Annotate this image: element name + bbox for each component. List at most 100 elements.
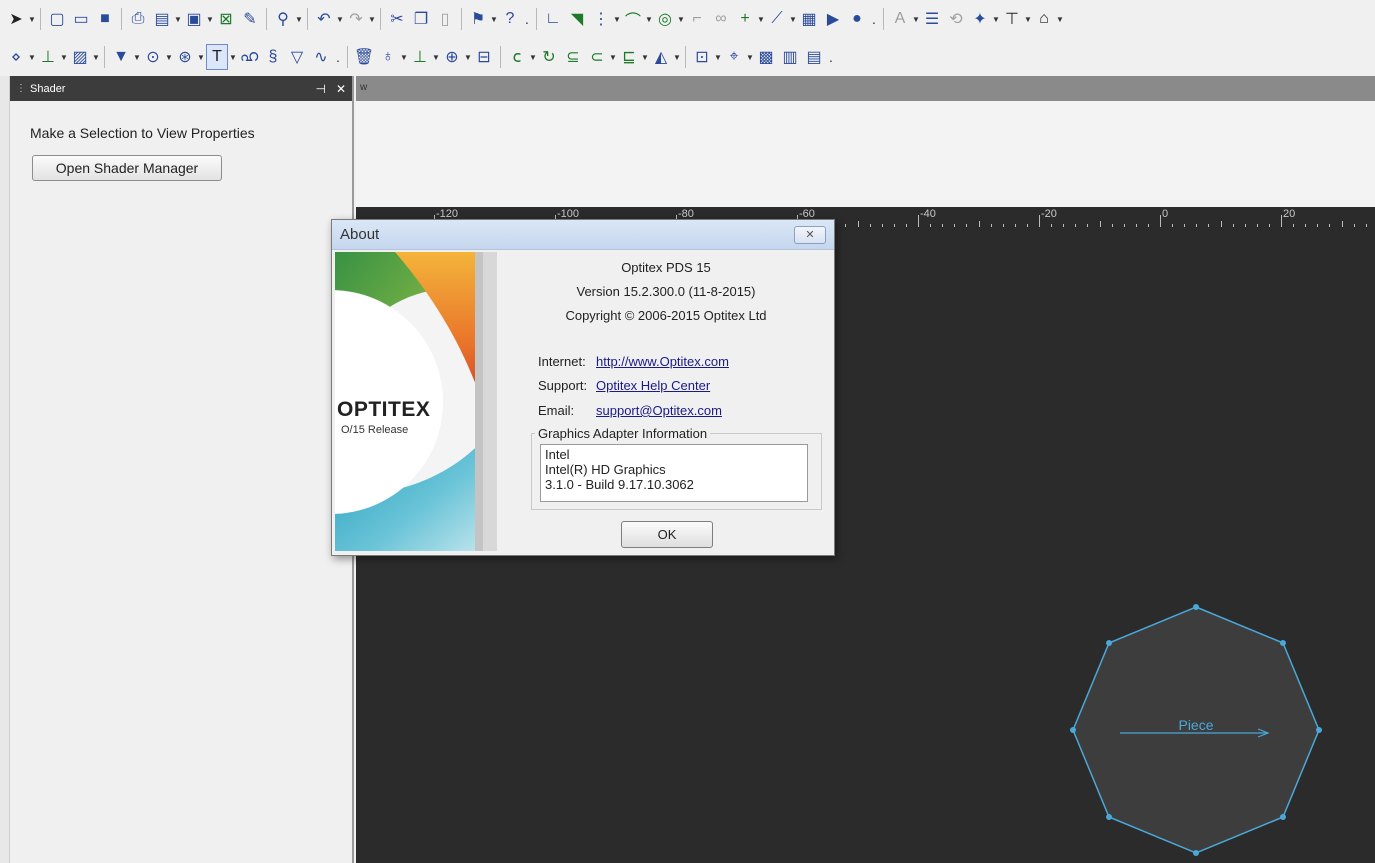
link-icon[interactable]: ∞ xyxy=(710,6,732,32)
mirror-icon[interactable]: ◭ xyxy=(650,44,672,70)
corner-seam-icon[interactable]: ⊑ xyxy=(618,44,640,70)
drill-icon[interactable]: ⊛ xyxy=(174,44,196,70)
dropdown-arrow-icon[interactable]: ▼ xyxy=(28,44,36,70)
layout-icon[interactable]: ▦ xyxy=(798,6,820,32)
dropdown-arrow-icon[interactable]: ▼ xyxy=(464,44,472,70)
dropdown-arrow-icon[interactable]: ▼ xyxy=(92,44,100,70)
split-icon[interactable]: ⊥ xyxy=(409,44,431,70)
piece-vertex[interactable] xyxy=(1193,604,1199,610)
dropdown-arrow-icon[interactable]: ▼ xyxy=(757,6,765,32)
text-tool-icon[interactable]: A xyxy=(889,6,911,32)
bundle-icon[interactable]: ⊟ xyxy=(473,44,495,70)
paste-icon[interactable]: ▯ xyxy=(434,6,456,32)
select-arrow-icon[interactable]: ➤ xyxy=(5,6,27,32)
dropdown-arrow-icon[interactable]: ▼ xyxy=(746,44,754,70)
seam-line-icon[interactable]: ⊂ xyxy=(586,44,608,70)
document-tab-mark[interactable]: w xyxy=(360,82,367,93)
copy-icon[interactable]: ❐ xyxy=(410,6,432,32)
node-tool-icon[interactable]: ⋄ xyxy=(5,44,27,70)
align-icon[interactable]: ☰ xyxy=(921,6,943,32)
marker-tool-icon[interactable]: ⌖ xyxy=(723,44,745,70)
curve-tool-icon[interactable]: ⌒ xyxy=(622,6,644,32)
dropdown-arrow-icon[interactable]: ▼ xyxy=(490,6,498,32)
undo-icon[interactable]: ↶ xyxy=(313,6,335,32)
dart-icon[interactable]: ▼ xyxy=(110,44,132,70)
dropdown-arrow-icon[interactable]: ▼ xyxy=(28,6,36,32)
piece-vertex[interactable] xyxy=(1106,813,1113,820)
piece-vertex[interactable] xyxy=(1316,727,1322,733)
dropdown-arrow-icon[interactable]: ▼ xyxy=(673,44,681,70)
excel-icon[interactable]: ⊠ xyxy=(215,6,237,32)
dropdown-arrow-icon[interactable]: ▼ xyxy=(645,6,653,32)
properties-icon[interactable]: ⚑ xyxy=(467,6,489,32)
button-tool-icon[interactable]: ⊙ xyxy=(142,44,164,70)
open-shader-manager-button[interactable]: Open Shader Manager xyxy=(32,155,222,181)
measure-icon[interactable]: ✎ xyxy=(239,6,261,32)
new-file-icon[interactable]: ▢ xyxy=(46,6,68,32)
cut-icon[interactable]: ✂ xyxy=(386,6,408,32)
refresh-icon[interactable]: ↻ xyxy=(538,44,560,70)
grade-point-icon[interactable]: ⊥ xyxy=(37,44,59,70)
drag-grip-icon[interactable]: ⋮ xyxy=(16,83,26,94)
dropdown-arrow-icon[interactable]: ▼ xyxy=(174,6,182,32)
dropdown-arrow-icon[interactable]: ▼ xyxy=(400,44,408,70)
dropdown-arrow-icon[interactable]: ▼ xyxy=(432,44,440,70)
pin-icon[interactable]: ⊤ xyxy=(1001,6,1023,32)
piece-fill-icon[interactable]: ◥ xyxy=(566,6,588,32)
dropdown-arrow-icon[interactable]: ▼ xyxy=(336,6,344,32)
delete-icon[interactable]: 🗑 xyxy=(353,44,375,70)
open-folder-icon[interactable]: ▭ xyxy=(70,6,92,32)
piece-vertex[interactable] xyxy=(1106,640,1113,647)
overflow-dot-icon[interactable]: . xyxy=(333,49,343,65)
ok-button[interactable]: OK xyxy=(621,521,713,548)
dropdown-arrow-icon[interactable]: ▼ xyxy=(912,6,920,32)
overflow-dot-icon[interactable]: . xyxy=(869,11,879,27)
help-icon[interactable]: ? xyxy=(499,6,521,32)
graphics-adapter-info-box[interactable]: Intel Intel(R) HD Graphics 3.1.0 - Build… xyxy=(540,444,808,502)
overflow-dot-icon[interactable]: . xyxy=(826,49,836,65)
dropdown-arrow-icon[interactable]: ▼ xyxy=(609,44,617,70)
notch-icon[interactable]: ⌐ xyxy=(686,6,708,32)
dropdown-arrow-icon[interactable]: ▼ xyxy=(1024,6,1032,32)
dropdown-arrow-icon[interactable]: ▼ xyxy=(229,44,237,70)
close-panel-icon[interactable]: ✕ xyxy=(336,82,346,96)
image-tool-icon[interactable]: ▨ xyxy=(69,44,91,70)
dropdown-arrow-icon[interactable]: ▼ xyxy=(206,6,214,32)
grid-points-icon[interactable]: ⋮ xyxy=(590,6,612,32)
dropdown-arrow-icon[interactable]: ▼ xyxy=(295,6,303,32)
dropdown-arrow-icon[interactable]: ▼ xyxy=(529,44,537,70)
doc-icon[interactable]: ▤ xyxy=(803,44,825,70)
dropdown-arrow-icon[interactable]: ▼ xyxy=(992,6,1000,32)
dropdown-arrow-icon[interactable]: ▼ xyxy=(1056,6,1064,32)
marker-icon[interactable]: ✦ xyxy=(969,6,991,32)
add-piece-icon[interactable]: ⊕ xyxy=(441,44,463,70)
dropdown-arrow-icon[interactable]: ▼ xyxy=(133,44,141,70)
piece-vertex[interactable] xyxy=(1279,640,1286,647)
wave-icon[interactable]: ∿ xyxy=(310,44,332,70)
export-piece-icon[interactable]: ▶ xyxy=(822,6,844,32)
stitch-icon[interactable]: § xyxy=(262,44,284,70)
knife-icon[interactable]: ⟋ xyxy=(766,6,788,32)
dropdown-arrow-icon[interactable]: ▼ xyxy=(613,6,621,32)
curve-c-icon[interactable]: ⅽ xyxy=(506,44,528,70)
eye-tool-icon[interactable]: ◎ xyxy=(654,6,676,32)
plotter-icon[interactable]: ▤ xyxy=(151,6,173,32)
save-icon[interactable]: ■ xyxy=(94,6,116,32)
report-icon[interactable]: ▥ xyxy=(779,44,801,70)
pleat-icon[interactable]: ▽ xyxy=(286,44,308,70)
dropdown-arrow-icon[interactable]: ▼ xyxy=(60,44,68,70)
overflow-dot-icon[interactable]: . xyxy=(522,11,532,27)
thread-icon[interactable]: ♁ xyxy=(377,44,399,70)
dropdown-arrow-icon[interactable]: ▼ xyxy=(789,6,797,32)
dropdown-arrow-icon[interactable]: ▼ xyxy=(197,44,205,70)
pin-panel-icon[interactable]: ⊣ xyxy=(315,82,325,96)
print-icon[interactable]: ⎙ xyxy=(127,6,149,32)
layout-page-icon[interactable]: ⊡ xyxy=(691,44,713,70)
dropdown-arrow-icon[interactable]: ▼ xyxy=(677,6,685,32)
redo-icon[interactable]: ↷ xyxy=(345,6,367,32)
seam-icon[interactable]: ഹ xyxy=(238,44,260,70)
export-icon[interactable]: ▣ xyxy=(183,6,205,32)
add-point-icon[interactable]: + xyxy=(734,6,756,32)
dropdown-arrow-icon[interactable]: ▼ xyxy=(714,44,722,70)
circle-tool-icon[interactable]: ● xyxy=(846,6,868,32)
